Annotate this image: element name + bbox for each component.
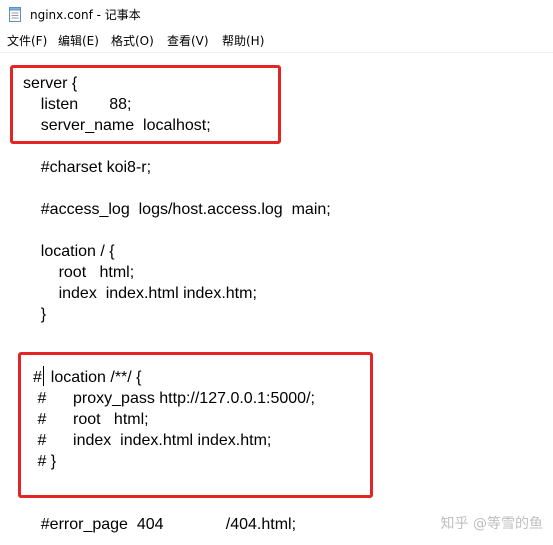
title-bar[interactable]: nginx.conf - 记事本 bbox=[0, 0, 553, 30]
code-line: } bbox=[23, 306, 47, 323]
code-line: #error_page 404 /404.html; bbox=[23, 516, 297, 533]
menu-bar: 文件(F) 编辑(E) 格式(O) 查看(V) 帮助(H) bbox=[0, 30, 553, 53]
highlight-box-server bbox=[10, 65, 281, 144]
code-line: #charset koi8-r; bbox=[23, 159, 152, 176]
code-line: root html; bbox=[23, 264, 135, 281]
notepad-window: nginx.conf - 记事本 文件(F) 编辑(E) 格式(O) 查看(V)… bbox=[0, 0, 553, 545]
code-line: index index.html index.htm; bbox=[23, 285, 257, 302]
watermark: 知乎 @等雪的鱼 bbox=[440, 516, 543, 532]
window-title: nginx.conf - 记事本 bbox=[30, 8, 141, 22]
menu-view[interactable]: 查看(V) bbox=[167, 33, 209, 49]
highlight-box-location bbox=[18, 352, 373, 498]
notepad-icon bbox=[9, 7, 21, 22]
code-line: #access_log logs/host.access.log main; bbox=[23, 201, 331, 218]
menu-help[interactable]: 帮助(H) bbox=[222, 33, 264, 49]
menu-format[interactable]: 格式(O) bbox=[111, 33, 154, 49]
menu-file[interactable]: 文件(F) bbox=[7, 33, 47, 49]
menu-edit[interactable]: 编辑(E) bbox=[58, 33, 99, 49]
code-line: location / { bbox=[23, 243, 115, 260]
